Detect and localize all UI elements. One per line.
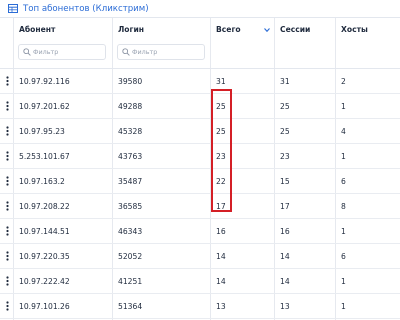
row-menu-icon[interactable] xyxy=(6,251,9,261)
panel-title-bar: Топ абонентов (Кликстрим) xyxy=(0,0,400,17)
cell-login: 36585 xyxy=(118,202,143,211)
subscriber-filter xyxy=(18,44,106,60)
row-menu-icon[interactable] xyxy=(6,101,9,111)
cell-subscriber: 10.97.222.42 xyxy=(19,277,70,286)
cell-login: 41251 xyxy=(118,277,143,286)
table-row[interactable]: 5.253.101.67 43763 23 23 1 xyxy=(0,144,400,169)
cell-subscriber: 10.97.101.26 xyxy=(19,302,70,311)
search-icon xyxy=(23,48,31,56)
row-menu-icon[interactable] xyxy=(6,76,9,86)
cell-subscriber: 5.253.101.67 xyxy=(19,152,70,161)
cell-hosts: 1 xyxy=(341,302,346,311)
cell-subscriber: 10.97.92.116 xyxy=(19,77,70,86)
table-icon xyxy=(8,4,18,13)
table-row[interactable]: 10.97.101.26 51364 13 13 1 xyxy=(0,294,400,319)
table-row[interactable]: 10.97.95.23 45328 25 25 4 xyxy=(0,119,400,144)
cell-hosts: 1 xyxy=(341,102,346,111)
highlight-box xyxy=(211,89,232,212)
row-menu-icon[interactable] xyxy=(6,201,9,211)
row-menu-icon[interactable] xyxy=(6,151,9,161)
cell-hosts: 1 xyxy=(341,227,346,236)
cell-login: 51364 xyxy=(118,302,143,311)
cell-hosts: 4 xyxy=(341,127,346,136)
cell-sessions: 25 xyxy=(280,102,290,111)
cell-hosts: 2 xyxy=(341,77,346,86)
table-row[interactable]: 10.97.208.22 36585 17 17 8 xyxy=(0,194,400,219)
cell-subscriber: 10.97.95.23 xyxy=(19,127,65,136)
cell-subscriber: 10.97.220.35 xyxy=(19,252,70,261)
sort-desc-icon[interactable] xyxy=(264,28,270,32)
cell-total: 13 xyxy=(216,302,226,311)
row-menu-icon[interactable] xyxy=(6,301,9,311)
login-filter xyxy=(117,44,205,60)
cell-subscriber: 10.97.144.51 xyxy=(19,227,70,236)
cell-subscriber: 10.97.163.2 xyxy=(19,177,65,186)
row-menu-icon[interactable] xyxy=(6,226,9,236)
table-header-row: Абонент Логин Всего Сессии Хосты xyxy=(0,18,400,69)
cell-sessions: 16 xyxy=(280,227,290,236)
cell-subscriber: 10.97.201.62 xyxy=(19,102,70,111)
cell-sessions: 15 xyxy=(280,177,290,186)
table-row[interactable]: 10.97.163.2 35487 22 15 6 xyxy=(0,169,400,194)
login-filter-input[interactable] xyxy=(132,48,204,56)
column-header-login[interactable]: Логин xyxy=(118,25,144,34)
cell-hosts: 6 xyxy=(341,177,346,186)
cell-total: 14 xyxy=(216,277,226,286)
row-menu-icon[interactable] xyxy=(6,276,9,286)
cell-login: 45328 xyxy=(118,127,143,136)
table-row[interactable]: 10.97.220.35 52052 14 14 6 xyxy=(0,244,400,269)
subscribers-table: Абонент Логин Всего Сессии Хосты 10.97.9… xyxy=(0,17,400,320)
cell-total: 31 xyxy=(216,77,226,86)
subscriber-filter-input[interactable] xyxy=(33,48,105,56)
cell-sessions: 17 xyxy=(280,202,290,211)
cell-hosts: 1 xyxy=(341,152,346,161)
column-header-hosts[interactable]: Хосты xyxy=(341,25,368,34)
cell-total: 16 xyxy=(216,227,226,236)
cell-total: 14 xyxy=(216,252,226,261)
cell-subscriber: 10.97.208.22 xyxy=(19,202,70,211)
cell-hosts: 8 xyxy=(341,202,346,211)
table-row[interactable]: 10.97.92.116 39580 31 31 2 xyxy=(0,69,400,94)
table-row[interactable]: 10.97.222.42 41251 14 14 1 xyxy=(0,269,400,294)
cell-hosts: 6 xyxy=(341,252,346,261)
cell-login: 35487 xyxy=(118,177,143,186)
cell-sessions: 23 xyxy=(280,152,290,161)
cell-sessions: 14 xyxy=(280,277,290,286)
column-header-subscriber[interactable]: Абонент xyxy=(19,25,55,34)
cell-login: 49288 xyxy=(118,102,143,111)
table-row[interactable]: 10.97.201.62 49288 25 25 1 xyxy=(0,94,400,119)
cell-sessions: 13 xyxy=(280,302,290,311)
cell-sessions: 25 xyxy=(280,127,290,136)
cell-login: 39580 xyxy=(118,77,143,86)
row-menu-icon[interactable] xyxy=(6,176,9,186)
cell-hosts: 1 xyxy=(341,277,346,286)
cell-sessions: 31 xyxy=(280,77,290,86)
column-header-sessions[interactable]: Сессии xyxy=(280,25,310,34)
cell-login: 52052 xyxy=(118,252,143,261)
cell-sessions: 14 xyxy=(280,252,290,261)
row-menu-icon[interactable] xyxy=(6,126,9,136)
cell-login: 46343 xyxy=(118,227,143,236)
panel-title: Топ абонентов (Кликстрим) xyxy=(23,3,149,14)
cell-login: 43763 xyxy=(118,152,143,161)
column-header-total[interactable]: Всего xyxy=(216,25,241,34)
search-icon xyxy=(122,48,130,56)
table-row[interactable]: 10.97.144.51 46343 16 16 1 xyxy=(0,219,400,244)
